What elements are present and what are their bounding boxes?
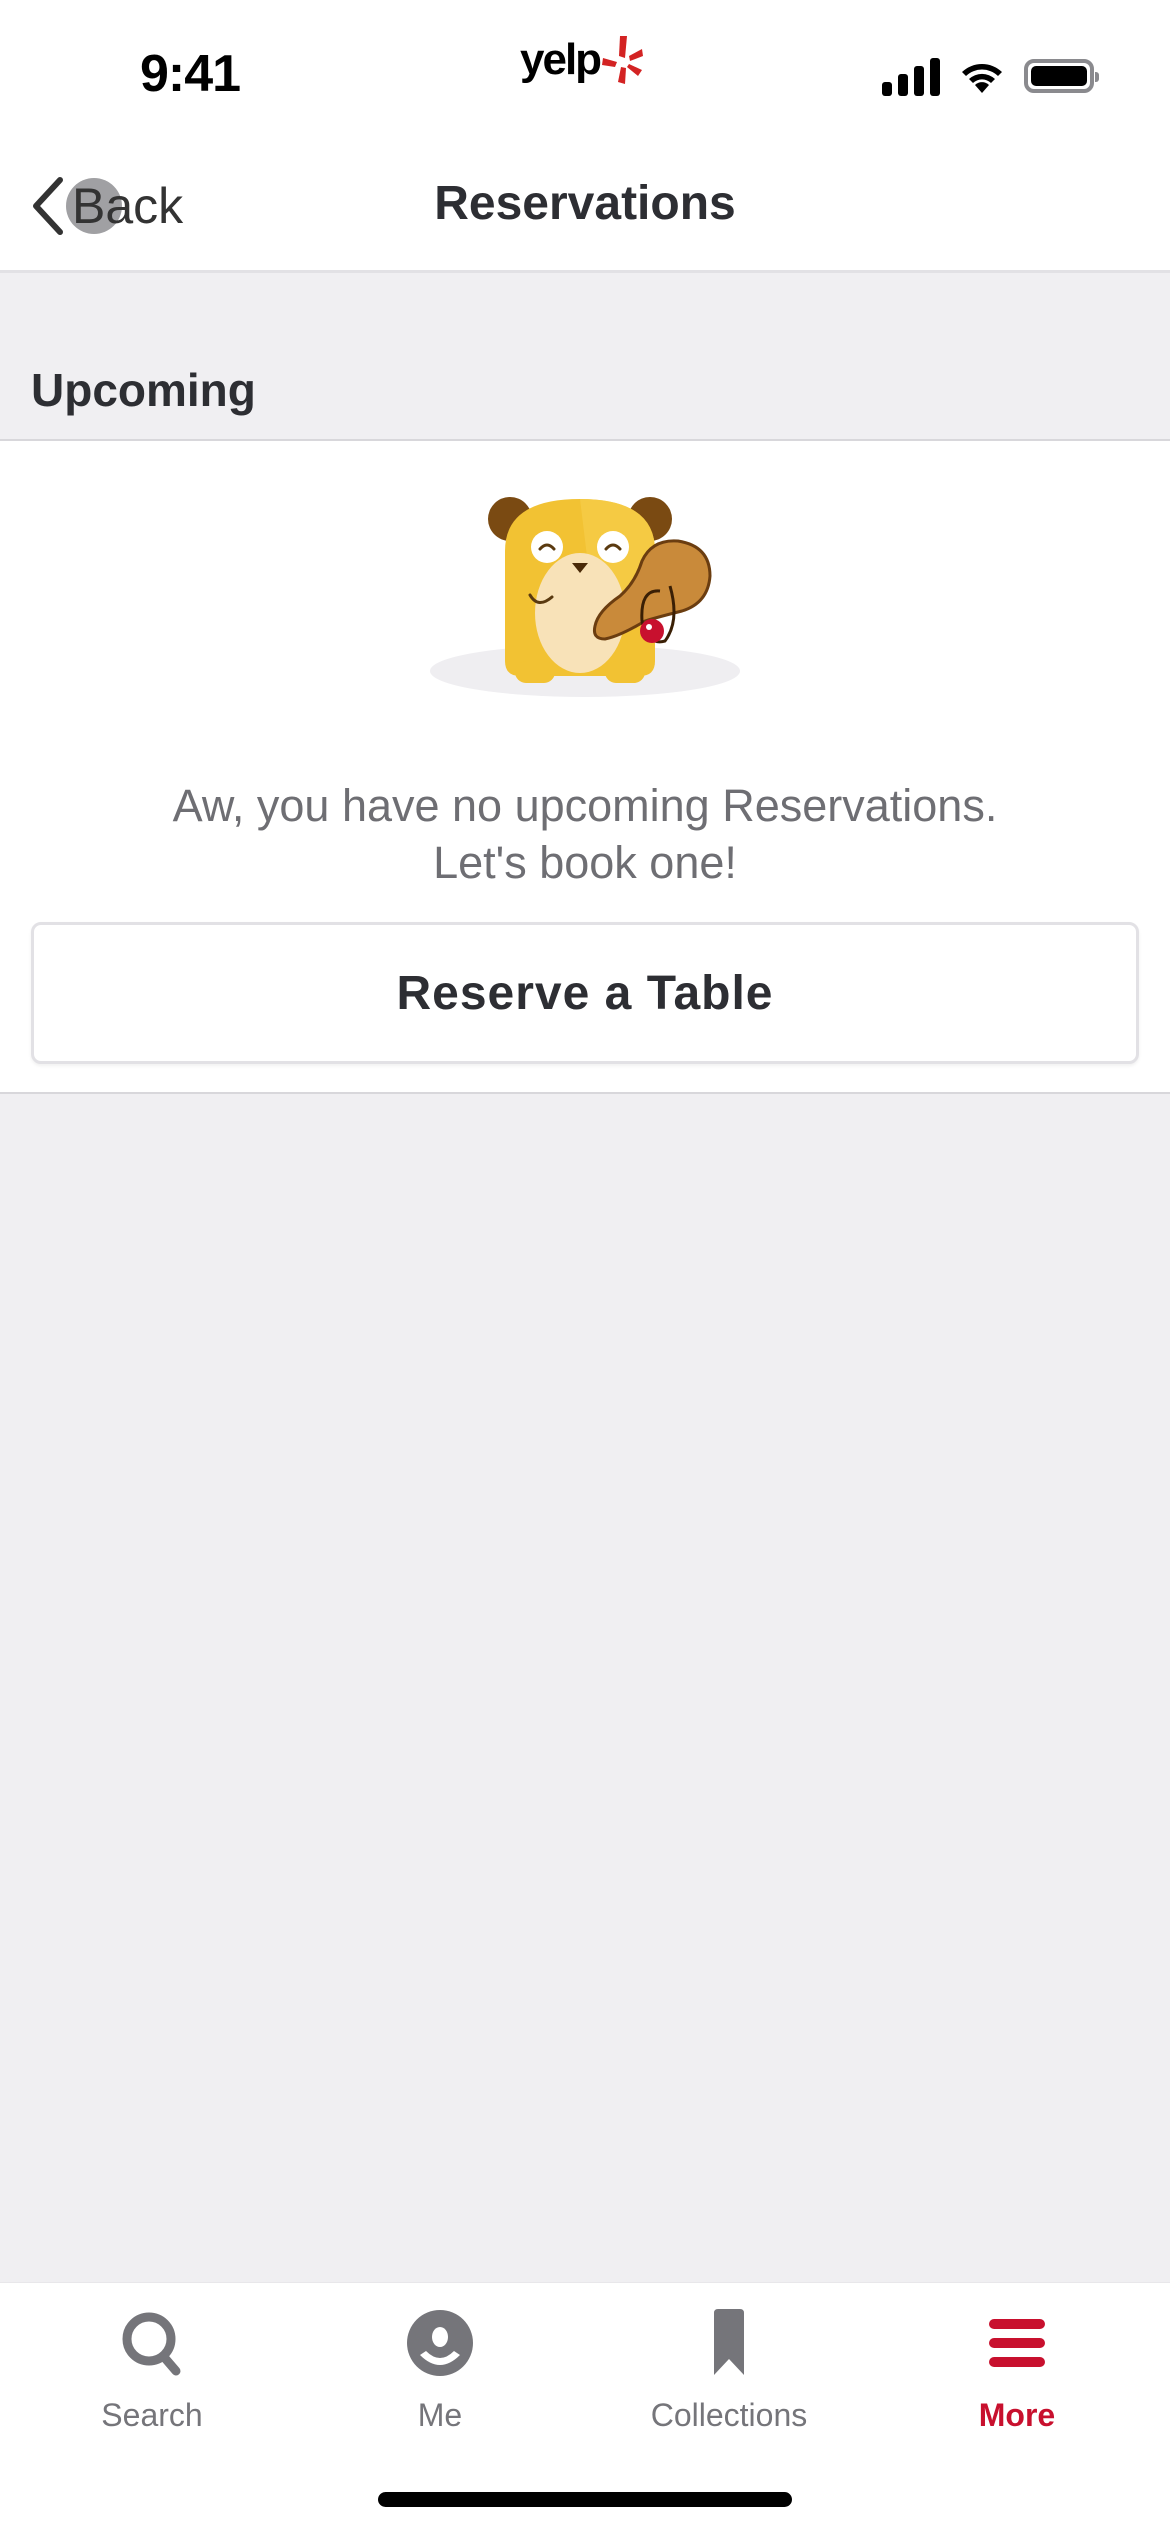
battery-icon <box>1024 59 1099 93</box>
yelp-logo: yelp <box>520 34 644 86</box>
tab-more[interactable]: More <box>917 2303 1117 2434</box>
status-time: 9:41 <box>140 45 241 103</box>
tab-label: Me <box>417 2397 463 2433</box>
tab-me[interactable]: Me <box>340 2303 540 2434</box>
profile-icon <box>407 2310 473 2376</box>
hamster-illustration <box>430 497 740 697</box>
page-title: Reservations <box>434 177 736 230</box>
reserve-table-button[interactable]: Reserve a Table <box>31 922 1139 1064</box>
status-icons <box>882 56 1099 96</box>
empty-state-message: Aw, you have no upcoming Reservations. L… <box>0 777 1170 891</box>
tab-label: Search <box>101 2397 203 2433</box>
bookmark-icon <box>714 2309 744 2375</box>
tab-label: Collections <box>650 2397 808 2433</box>
tab-collections[interactable]: Collections <box>629 2303 829 2434</box>
search-icon <box>122 2312 181 2376</box>
yelp-logo-text: yelp <box>520 35 602 84</box>
home-indicator[interactable] <box>378 2492 792 2507</box>
tab-search[interactable]: Search <box>52 2303 252 2434</box>
empty-message-line-2: Let's book one! <box>433 837 737 888</box>
tab-label: More <box>978 2397 1056 2433</box>
yelp-burst-icon <box>602 36 644 84</box>
navigation-bar: Back Reservations <box>0 140 1170 273</box>
empty-state-card: Aw, you have no upcoming Reservations. L… <box>0 441 1170 1094</box>
status-bar: 9:41 yelp <box>0 0 1170 140</box>
wifi-icon <box>962 64 1002 93</box>
section-title: Upcoming <box>31 364 256 416</box>
menu-icon <box>989 2319 1045 2367</box>
empty-message-line-1: Aw, you have no upcoming Reservations. <box>172 780 998 831</box>
section-header-upcoming: Upcoming <box>0 273 1170 441</box>
cellular-signal-icon <box>882 56 940 96</box>
